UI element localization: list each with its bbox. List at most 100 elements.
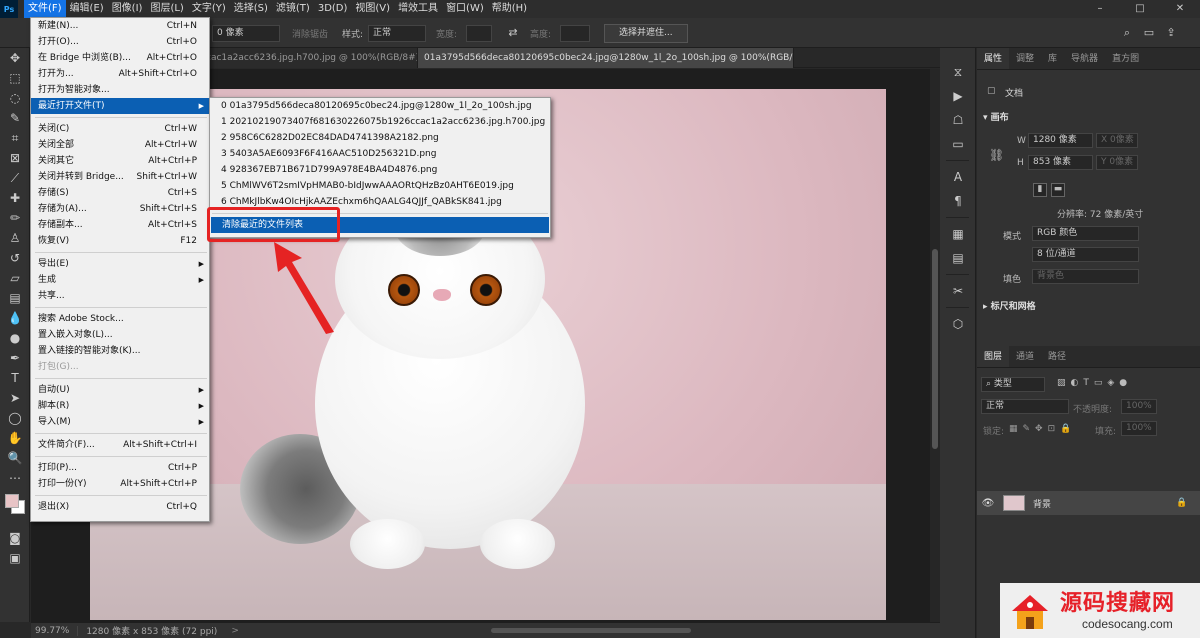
recent-file-item[interactable]: 6 ChMkJlbKw4OIcHjkAAZEchxm6hQAALG4QJJf_Q… <box>210 194 550 210</box>
canvas-height-input[interactable]: 853 像素 <box>1028 155 1093 170</box>
blur-tool-icon[interactable]: 💧 <box>0 308 30 328</box>
menu-layer[interactable]: 图层(L) <box>146 0 187 18</box>
portrait-orientation-icon[interactable]: ▮ <box>1033 183 1047 197</box>
recent-file-item[interactable]: 3 5403A5AE6093F6F416AAC510D256321D.png <box>210 146 550 162</box>
tools-preset-icon[interactable]: ✂ <box>940 279 976 303</box>
type-tool-icon[interactable]: T <box>0 368 30 388</box>
lock-icons[interactable]: ▦✎✥⊡🔒 <box>1009 424 1076 434</box>
notes-panel-icon[interactable]: ▭ <box>940 132 976 156</box>
tab-navigator[interactable]: 导航器 <box>1064 48 1105 69</box>
recent-file-item[interactable]: 1 20210219073407f681630226075b1926ccac1a… <box>210 114 550 130</box>
menu-filter[interactable]: 滤镜(T) <box>272 0 314 18</box>
maximize-button[interactable]: □ <box>1120 0 1160 18</box>
tab-adjustments[interactable]: 调整 <box>1009 48 1041 69</box>
brush-tool-icon[interactable]: ✏ <box>0 208 30 228</box>
menu-view[interactable]: 视图(V) <box>351 0 394 18</box>
bit-depth-select[interactable]: 8 位/通道 <box>1032 247 1139 262</box>
file-menu-item[interactable]: 打开(O)... Ctrl+O <box>31 34 209 50</box>
menu-edit[interactable]: 编辑(E) <box>66 0 108 18</box>
file-menu-item[interactable]: 文件简介(F)... Alt+Shift+Ctrl+I <box>31 437 209 453</box>
menu-plugins[interactable]: 增效工具 <box>394 0 442 18</box>
zoom-tool-icon[interactable]: 🔍 <box>0 448 30 468</box>
select-and-mask-button[interactable]: 选择并遮住... <box>604 24 688 43</box>
opacity-input[interactable]: 100% <box>1121 399 1157 414</box>
file-menu-item[interactable]: 打开为... Alt+Shift+Ctrl+O <box>31 66 209 82</box>
menu-image[interactable]: 图像(I) <box>108 0 147 18</box>
glyphs-panel-icon[interactable]: ▦ <box>940 222 976 246</box>
file-menu-item[interactable]: 导入(M) ▶ <box>31 414 209 430</box>
screen-mode-icon[interactable]: ▣ <box>0 548 30 568</box>
file-menu-item[interactable]: 打印(P)... Ctrl+P <box>31 460 209 476</box>
feather-input[interactable]: 0 像素 <box>212 25 280 42</box>
status-menu-arrow[interactable]: > <box>225 626 245 636</box>
tab-libraries[interactable]: 库 <box>1041 48 1064 69</box>
file-menu-item[interactable]: 退出(X) Ctrl+Q <box>31 499 209 515</box>
file-menu-item[interactable]: 存储(S) Ctrl+S <box>31 185 209 201</box>
file-menu-item[interactable]: 在 Bridge 中浏览(B)... Alt+Ctrl+O <box>31 50 209 66</box>
file-menu-item[interactable]: 存储为(A)... Shift+Ctrl+S <box>31 201 209 217</box>
canvas-x-input[interactable]: X 0像素 <box>1096 133 1138 148</box>
layer-filter-select[interactable]: ⌕ 类型 <box>981 377 1045 392</box>
landscape-orientation-icon[interactable]: ▬ <box>1051 183 1065 197</box>
vertical-scrollbar[interactable] <box>930 69 940 622</box>
file-menu-item[interactable]: 共享... <box>31 288 209 304</box>
minimize-button[interactable]: – <box>1080 0 1120 18</box>
menu-file[interactable]: 文件(F) <box>24 0 66 18</box>
menu-window[interactable]: 窗口(W) <box>442 0 488 18</box>
foreground-color-swatch[interactable] <box>5 494 19 508</box>
zoom-level[interactable]: 99.77% <box>31 625 79 636</box>
file-menu-item[interactable]: 生成 ▶ <box>31 272 209 288</box>
hand-tool-icon[interactable]: ✋ <box>0 428 30 448</box>
path-select-tool-icon[interactable]: ➤ <box>0 388 30 408</box>
file-menu-item[interactable]: 打印一份(Y) Alt+Shift+Ctrl+P <box>31 476 209 492</box>
move-tool-icon[interactable]: ✥ <box>0 48 30 68</box>
fill-opacity-input[interactable]: 100% <box>1121 421 1157 436</box>
color-mode-select[interactable]: RGB 颜色 <box>1032 226 1139 241</box>
antialias-checkbox[interactable]: 消除锯齿 <box>292 27 328 40</box>
recent-file-item[interactable]: 5 ChMlWV6T2smIVpHMAB0-bIdJwwAAAORtQHzBz0… <box>210 178 550 194</box>
color-swatches[interactable] <box>0 488 30 528</box>
file-menu-item[interactable]: 关闭并转到 Bridge... Shift+Ctrl+W <box>31 169 209 185</box>
file-menu-item[interactable]: 关闭其它 Alt+Ctrl+P <box>31 153 209 169</box>
tab-channels[interactable]: 通道 <box>1009 346 1041 367</box>
pen-tool-icon[interactable]: ✒ <box>0 348 30 368</box>
menu-3d[interactable]: 3D(D) <box>314 0 352 18</box>
file-menu-item[interactable]: 脚本(R) ▶ <box>31 398 209 414</box>
marquee-tool-icon[interactable]: ⬚ <box>0 68 30 88</box>
character-panel-icon[interactable]: A <box>940 165 976 189</box>
file-menu-item[interactable]: 置入嵌入对象(L)... <box>31 327 209 343</box>
history-panel-icon[interactable]: ⧖ <box>940 60 976 84</box>
tab-paths[interactable]: 路径 <box>1041 346 1073 367</box>
eyedropper-tool-icon[interactable]: ⟋ <box>0 168 30 188</box>
shape-tool-icon[interactable]: ◯ <box>0 408 30 428</box>
styles-panel-icon[interactable]: ▤ <box>940 246 976 270</box>
file-menu-item[interactable]: 自动(U) ▶ <box>31 382 209 398</box>
file-menu-item[interactable]: 关闭全部 Alt+Ctrl+W <box>31 137 209 153</box>
width-input[interactable] <box>466 25 492 42</box>
file-menu-item[interactable]: 导出(E) ▶ <box>31 256 209 272</box>
file-menu-item[interactable]: 搜索 Adobe Stock... <box>31 311 209 327</box>
file-menu-item[interactable]: 新建(N)... Ctrl+N <box>31 18 209 34</box>
crop-tool-icon[interactable]: ⌗ <box>0 128 30 148</box>
menu-type[interactable]: 文字(Y) <box>188 0 230 18</box>
file-menu-item[interactable]: 存储副本... Alt+Ctrl+S <box>31 217 209 233</box>
layer-filter-icons[interactable]: ▧◐T▭◈● <box>1057 378 1132 388</box>
blend-mode-select[interactable]: 正常 <box>981 399 1069 414</box>
gradient-tool-icon[interactable]: ▤ <box>0 288 30 308</box>
dodge-tool-icon[interactable]: ● <box>0 328 30 348</box>
quick-mask-icon[interactable]: ◙ <box>0 528 30 548</box>
rulers-grids-section-title[interactable]: ▸ 标尺和网格 <box>983 299 1036 312</box>
horizontal-scroll-thumb[interactable] <box>491 628 691 633</box>
healing-brush-tool-icon[interactable]: ✚ <box>0 188 30 208</box>
file-menu-item[interactable]: 打开为智能对象... <box>31 82 209 98</box>
3d-panel-icon[interactable]: ⬡ <box>940 312 976 336</box>
recent-file-item[interactable]: 0 01a3795d566deca80120695c0bec24.jpg@128… <box>210 98 550 114</box>
eye-icon[interactable]: 👁 <box>977 498 999 509</box>
swap-icon[interactable]: ⇄ <box>506 26 520 40</box>
actions-panel-icon[interactable]: ▶ <box>940 84 976 108</box>
vertical-scroll-thumb[interactable] <box>932 249 938 449</box>
tab-document-2[interactable]: 01a3795d566deca80120695c0bec24.jpg@1280w… <box>418 48 794 68</box>
eraser-tool-icon[interactable]: ▱ <box>0 268 30 288</box>
more-tools-icon[interactable]: ⋯ <box>0 468 30 488</box>
comments-panel-icon[interactable]: ☖ <box>940 108 976 132</box>
